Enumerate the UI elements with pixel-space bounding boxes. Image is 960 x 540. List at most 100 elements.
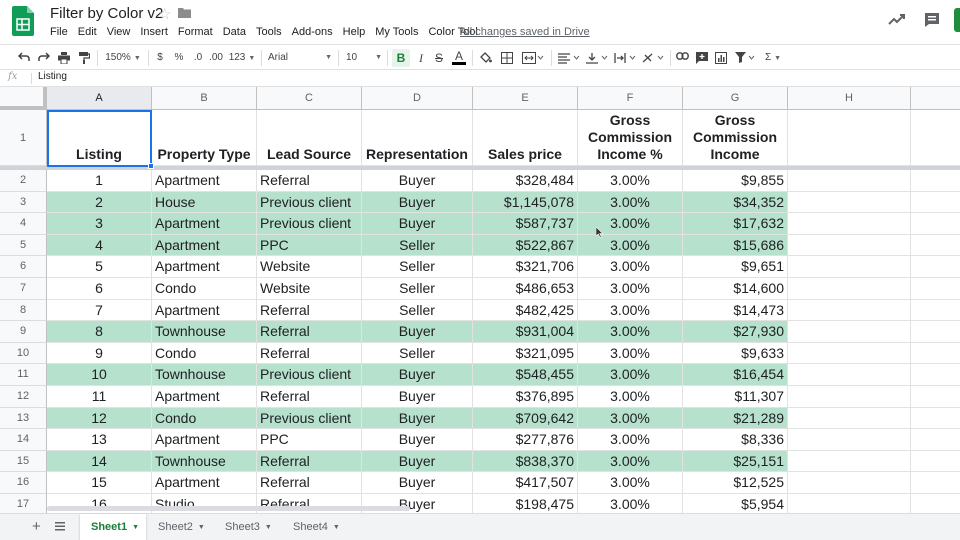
sheet-tab-sheet2[interactable]: Sheet2 ▼ [148,514,214,540]
cell-representation[interactable]: Buyer [362,429,473,451]
empty-cell[interactable] [788,278,911,300]
empty-cell[interactable] [788,407,911,430]
header-cell-representation[interactable]: Representation [362,110,473,166]
cell-property-type[interactable]: Apartment [152,234,257,257]
cell-gci-percent[interactable]: 3.00% [578,213,683,235]
cell-sales-price[interactable]: $931,004 [473,321,578,343]
cell-sales-price[interactable]: $198,475 [473,494,578,513]
cell-sales-price[interactable]: $548,455 [473,364,578,386]
menu-data[interactable]: Data [223,25,246,41]
empty-cell[interactable] [788,110,911,166]
cell-gci-percent[interactable]: 3.00% [578,364,683,386]
header-cell-gci-percent[interactable]: Gross Commission Income % [578,110,683,166]
cell-listing[interactable]: 3 [47,213,152,235]
horizontal-scrollbar[interactable] [47,506,410,511]
filter-icon[interactable] [733,49,757,67]
sheet-tab-sheet3[interactable]: Sheet3 ▼ [214,514,280,540]
cell-representation[interactable]: Seller [362,342,473,365]
header-cell-property-type[interactable]: Property Type [152,110,257,166]
empty-cell[interactable] [911,386,960,408]
bold-button[interactable]: B [392,49,410,67]
currency-format-button[interactable]: $ [154,49,166,67]
column-header-c[interactable]: C [257,87,362,110]
empty-cell[interactable] [911,278,960,300]
insert-comment-icon[interactable] [694,49,710,67]
cell-gci-percent[interactable]: 3.00% [578,234,683,257]
empty-cell[interactable] [911,407,960,430]
empty-cell[interactable] [911,429,960,451]
column-header-i[interactable] [911,87,960,110]
cell-listing[interactable]: 4 [47,234,152,257]
print-icon[interactable] [56,49,72,67]
cell-property-type[interactable]: Apartment [152,429,257,451]
cell-sales-price[interactable]: $376,895 [473,386,578,408]
share-button[interactable] [954,8,960,32]
cell-property-type[interactable]: Condo [152,342,257,365]
cell-lead-source[interactable]: Referral [257,170,362,192]
cell-representation[interactable]: Buyer [362,386,473,408]
cell-sales-price[interactable]: $838,370 [473,450,578,473]
cell-property-type[interactable]: Apartment [152,299,257,322]
cell-lead-source[interactable]: PPC [257,429,362,451]
cell-representation[interactable]: Seller [362,256,473,278]
cell-gci[interactable]: $8,336 [683,429,788,451]
cell-lead-source[interactable]: Previous client [257,191,362,214]
cell-property-type[interactable]: Condo [152,278,257,300]
cell-sales-price[interactable]: $709,642 [473,407,578,430]
save-status-link[interactable]: All changes saved in Drive [460,25,590,39]
add-sheet-icon[interactable]: + [32,518,41,535]
cell-sales-price[interactable]: $587,737 [473,213,578,235]
fill-handle[interactable] [148,163,154,169]
column-header-g[interactable]: G [683,87,788,110]
row-header[interactable]: 16 [0,472,47,494]
formula-input[interactable]: Listing [38,71,67,82]
cell-gci-percent[interactable]: 3.00% [578,386,683,408]
cell-representation[interactable]: Buyer [362,472,473,494]
cell-gci[interactable]: $21,289 [683,407,788,430]
cell-lead-source[interactable]: Referral [257,299,362,322]
cell-gci-percent[interactable]: 3.00% [578,450,683,473]
italic-button[interactable]: I [414,49,428,67]
cell-gci-percent[interactable]: 3.00% [578,494,683,513]
menu-insert[interactable]: Insert [140,25,168,41]
borders-icon[interactable] [499,49,515,67]
menu-format[interactable]: Format [178,25,213,41]
cell-listing[interactable]: 7 [47,299,152,322]
header-cell-listing[interactable]: Listing [47,110,152,166]
cell-listing[interactable]: 5 [47,256,152,278]
column-header-b[interactable]: B [152,87,257,110]
row-header[interactable]: 7 [0,278,47,300]
empty-cell[interactable] [911,234,960,257]
folder-icon[interactable] [178,7,191,18]
cell-lead-source[interactable]: Referral [257,321,362,343]
cell-lead-source[interactable]: Referral [257,386,362,408]
cell-representation[interactable]: Seller [362,299,473,322]
column-header-f[interactable]: F [578,87,683,110]
empty-cell[interactable] [911,256,960,278]
cell-gci[interactable]: $12,525 [683,472,788,494]
empty-cell[interactable] [911,364,960,386]
sheets-logo-icon[interactable] [12,6,34,36]
empty-cell[interactable] [788,299,911,322]
cell-property-type[interactable]: Condo [152,407,257,430]
cell-property-type[interactable]: Townhouse [152,321,257,343]
cell-gci-percent[interactable]: 3.00% [578,191,683,214]
cell-representation[interactable]: Buyer [362,407,473,430]
cell-gci-percent[interactable]: 3.00% [578,299,683,322]
cell-gci[interactable]: $11,307 [683,386,788,408]
cell-gci[interactable]: $25,151 [683,450,788,473]
fill-color-icon[interactable] [478,49,494,67]
cell-gci[interactable]: $27,930 [683,321,788,343]
strikethrough-button[interactable]: S [432,49,446,67]
cell-sales-price[interactable]: $486,653 [473,278,578,300]
cell-listing[interactable]: 8 [47,321,152,343]
row-header[interactable]: 9 [0,321,47,343]
cell-lead-source[interactable]: Website [257,278,362,300]
cell-gci-percent[interactable]: 3.00% [578,321,683,343]
empty-cell[interactable] [788,256,911,278]
cell-gci[interactable]: $9,651 [683,256,788,278]
cell-listing[interactable]: 15 [47,472,152,494]
row-header[interactable]: 17 [0,494,47,513]
cell-gci-percent[interactable]: 3.00% [578,429,683,451]
cell-property-type[interactable]: Apartment [152,213,257,235]
